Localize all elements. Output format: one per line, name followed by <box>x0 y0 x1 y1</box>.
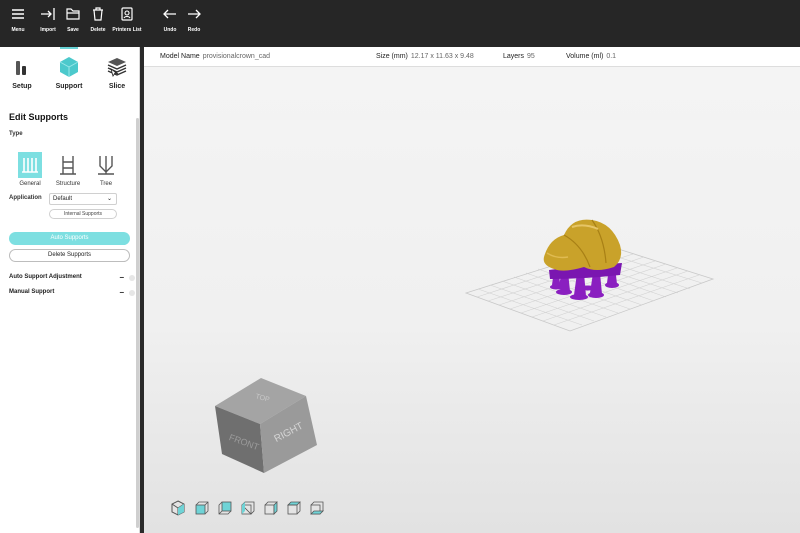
auto-support-adjustment-section[interactable]: Auto Support Adjustment − <box>9 273 136 282</box>
tab-setup[interactable]: Setup <box>0 55 44 90</box>
hamburger-icon <box>12 9 24 19</box>
manual-support-section[interactable]: Manual Support − <box>9 288 136 297</box>
printer-profile-icon <box>121 7 133 21</box>
view-back-button[interactable] <box>217 500 233 516</box>
3d-viewport[interactable]: TOP FRONT RIGHT <box>144 67 800 533</box>
view-cube[interactable]: TOP FRONT RIGHT <box>215 378 317 473</box>
menu-button[interactable]: Menu <box>1 6 35 33</box>
volume-info: Volume (ml) 0.1 <box>566 53 617 60</box>
accordion-label: Auto Support Adjustment <box>9 274 82 280</box>
view-top-button[interactable] <box>286 500 302 516</box>
collapse-icon[interactable]: − <box>119 273 124 282</box>
support-icon <box>59 57 79 77</box>
view-iso-button[interactable] <box>170 500 186 516</box>
menu-label: Menu <box>11 27 25 33</box>
general-support-icon <box>18 152 42 178</box>
model-name-info: Model Name provisionalcrown_cad <box>160 53 271 60</box>
type-tree-label: Tree <box>99 181 113 187</box>
printers-label: Printers List <box>112 27 142 33</box>
delete-supports-button[interactable]: Delete Supports <box>9 249 130 262</box>
view-front-button[interactable] <box>194 500 210 516</box>
collapse-icon[interactable]: − <box>119 288 124 297</box>
folder-icon <box>66 8 80 20</box>
model-info-bar: Model Name provisionalcrown_cad Size (mm)… <box>144 47 800 67</box>
arrow-left-icon <box>163 9 176 19</box>
tab-setup-label: Setup <box>12 83 32 90</box>
setup-icon <box>16 61 26 75</box>
view-bottom-button[interactable] <box>309 500 325 516</box>
layers-info: Layers 95 <box>503 53 535 60</box>
slice-icon <box>107 58 127 77</box>
type-general-label: General <box>19 181 41 187</box>
info-dot-icon <box>129 275 135 281</box>
trash-icon <box>93 7 103 21</box>
application-label: Application <box>9 195 42 201</box>
structure-support-icon <box>60 156 76 175</box>
chevron-down-icon: ⌄ <box>106 196 112 202</box>
tab-support-label: Support <box>55 83 83 90</box>
type-tree-option[interactable]: Tree <box>86 152 126 187</box>
type-general-option[interactable]: General <box>10 152 50 187</box>
view-left-button[interactable] <box>240 500 256 516</box>
import-icon <box>41 8 55 20</box>
arrow-right-icon <box>188 9 201 19</box>
info-dot-icon <box>129 290 135 296</box>
view-right-button[interactable] <box>263 500 279 516</box>
dental-crown-model <box>543 219 622 271</box>
type-structure-label: Structure <box>55 181 81 187</box>
application-select[interactable]: Default ⌄ <box>49 193 117 205</box>
application-value: Default <box>53 196 73 202</box>
type-structure-option[interactable]: Structure <box>48 152 88 187</box>
sidebar-scrollbar[interactable] <box>136 118 139 528</box>
scene-canvas[interactable]: TOP FRONT RIGHT <box>144 67 800 533</box>
tab-slice[interactable]: Slice <box>95 55 139 90</box>
auto-supports-button[interactable]: Auto Supports <box>9 232 130 245</box>
redo-button[interactable]: Redo <box>177 6 211 33</box>
printers-list-button[interactable]: Printers List <box>110 6 144 33</box>
tab-slice-label: Slice <box>108 83 126 90</box>
model-size-info: Size (mm) 12.17 x 11.63 x 9.48 <box>376 53 474 60</box>
active-mode-indicator <box>60 47 78 49</box>
accordion-label: Manual Support <box>9 289 55 295</box>
type-label: Type <box>9 131 23 137</box>
internal-supports-toggle[interactable]: Internal Supports <box>49 209 117 219</box>
top-toolbar: Menu Import Save Delete Printers List Un… <box>0 0 800 47</box>
redo-label: Redo <box>187 27 201 33</box>
tree-support-icon <box>98 156 114 175</box>
tab-support[interactable]: Support <box>47 55 91 90</box>
panel-title: Edit Supports <box>9 112 68 122</box>
